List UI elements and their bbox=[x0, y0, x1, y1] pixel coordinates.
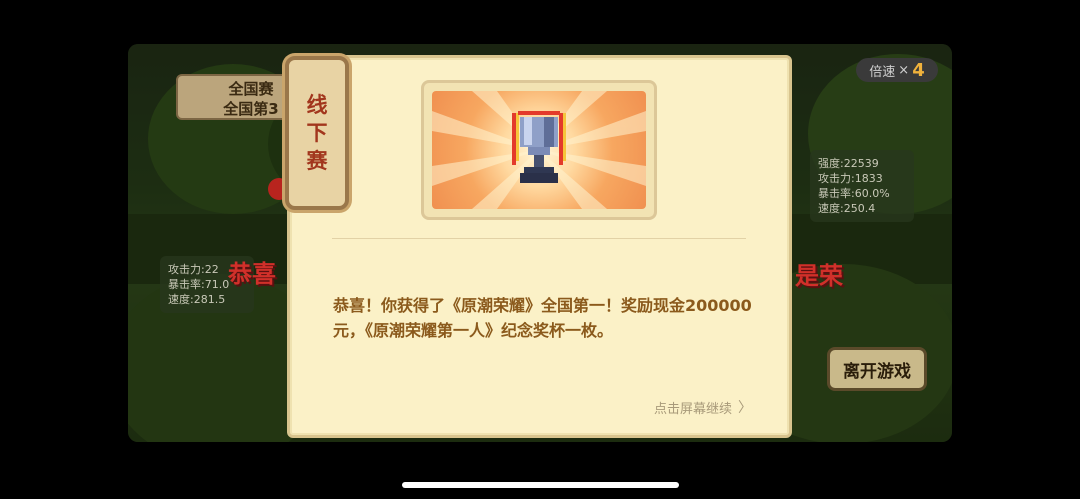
tab-char: 线 bbox=[306, 93, 328, 117]
tab-char: 下 bbox=[306, 121, 328, 145]
continue-hint[interactable]: 点击屏幕继续 〉 bbox=[654, 397, 752, 417]
tab-char: 赛 bbox=[306, 149, 328, 173]
speed-toggle[interactable]: 倍速 × 4 bbox=[856, 58, 938, 82]
speed-value: 4 bbox=[912, 59, 925, 81]
stats-panel-right: 强度:22539 攻击力:1833 暴击率:60.0% 速度:250.4 bbox=[810, 150, 914, 222]
trophy-card bbox=[421, 80, 657, 220]
trophy-burst bbox=[432, 91, 646, 209]
stat-line: 攻击力:1833 bbox=[818, 172, 883, 185]
speed-multiplier-sign: × bbox=[898, 62, 910, 78]
leave-game-button[interactable]: 离开游戏 bbox=[827, 347, 927, 391]
trophy-icon bbox=[432, 91, 646, 209]
stat-line: 速度:250.4 bbox=[818, 202, 876, 215]
continue-label: 点击屏幕继续 bbox=[654, 401, 733, 417]
offline-match-tab: 线 下 赛 bbox=[285, 56, 349, 210]
reward-message: 恭喜！你获得了《原潮荣耀》全国第一！奖励现金200000元，《原潮荣耀第一人》纪… bbox=[333, 296, 752, 340]
congrats-banner-right: 是荣 bbox=[795, 262, 843, 290]
stat-line: 暴击率:60.0% bbox=[818, 187, 890, 200]
stat-line: 速度:281.5 bbox=[168, 293, 226, 306]
stat-line: 强度:22539 bbox=[818, 157, 879, 170]
speed-label: 倍速 bbox=[869, 64, 896, 80]
divider bbox=[332, 238, 746, 239]
home-indicator[interactable] bbox=[402, 482, 679, 488]
chevron-right-icon: 〉 bbox=[738, 400, 753, 416]
congrats-banner-left: 恭喜 bbox=[228, 260, 276, 288]
